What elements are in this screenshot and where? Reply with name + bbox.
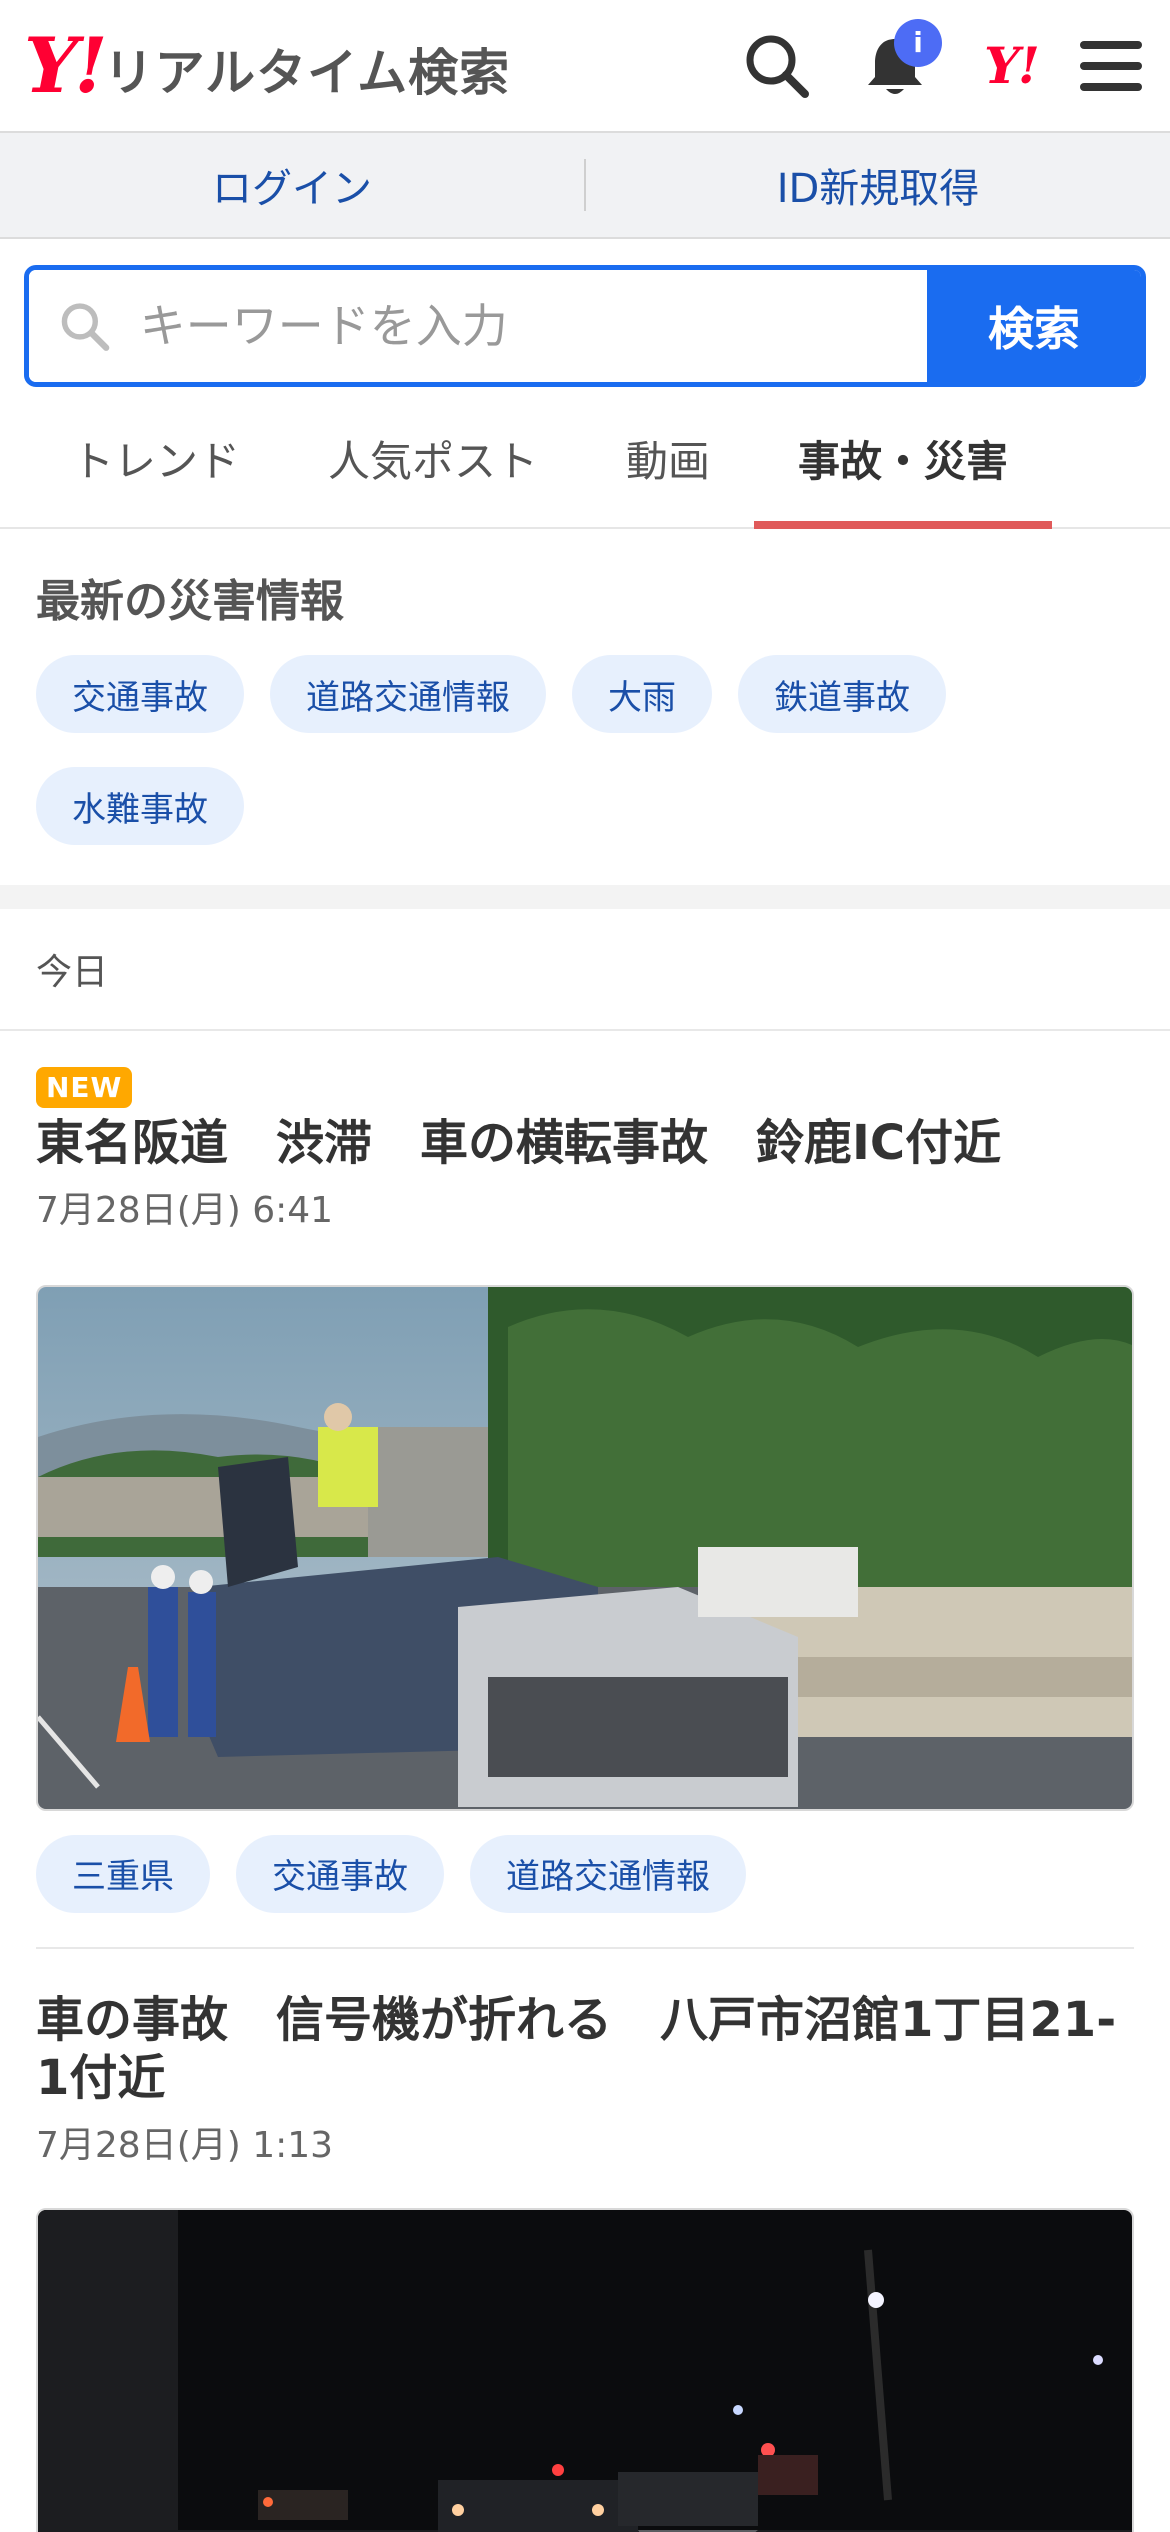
article-title[interactable]: 東名阪道 渋滞 車の横転事故 鈴鹿IC付近 (36, 1114, 1134, 1173)
yahoo-mark: Y! (984, 36, 1040, 95)
article-date: 7月28日(月) 1:13 (36, 2124, 334, 2166)
article-date: 7月28日(月) 6:41 (36, 1189, 334, 1231)
signup-link[interactable]: ID新規取得 (586, 156, 1170, 214)
account-bar: ログイン ID新規取得 (0, 133, 1170, 239)
search-form: 検索 (24, 265, 1146, 387)
notification-bell-icon[interactable]: i (858, 18, 942, 103)
article-tag-list: 三重県 交通事故 道路交通情報 (36, 1834, 1134, 1949)
header-icons: i Y! (740, 18, 1148, 103)
logo-mark: Y! (24, 20, 108, 110)
tag-chip[interactable]: 大雨 (572, 655, 712, 733)
new-badge: NEW (36, 1067, 133, 1108)
disaster-tag-list: 交通事故 道路交通情報 大雨 鉄道事故 水難事故 (36, 655, 1134, 845)
search-button[interactable]: 検索 (927, 270, 1141, 382)
category-tabs: トレンド 人気ポスト 動画 事故・災害 (0, 387, 1170, 529)
yahoo-realtime-logo[interactable]: Y! リアルタイム検索 (24, 20, 510, 110)
yahoo-home-icon[interactable]: Y! (974, 29, 1048, 103)
article-card[interactable]: 車の事故 信号機が折れる 八戸市沼館1丁目21-1付近 7月28日(月) 1:1… (0, 1949, 1170, 2532)
notification-badge: i (894, 18, 942, 67)
tag-chip[interactable]: 水難事故 (36, 767, 244, 845)
section-title: 最新の災害情報 (36, 576, 344, 627)
tag-chip[interactable]: 交通事故 (236, 1834, 444, 1913)
tag-chip[interactable]: 道路交通情報 (470, 1834, 746, 1913)
article-card[interactable]: NEW 東名阪道 渋滞 車の横転事故 鈴鹿IC付近 7月28日(月) 6:41 (0, 1031, 1170, 1949)
hamburger-menu-icon[interactable] (1074, 29, 1148, 103)
logo-text: リアルタイム検索 (103, 43, 511, 102)
tab-video[interactable]: 動画 (582, 387, 754, 529)
tag-chip[interactable]: 三重県 (36, 1834, 210, 1913)
date-group-header: 今日 (0, 909, 1170, 1031)
app-header: Y! リアルタイム検索 i Y! (0, 0, 1170, 133)
tab-trend[interactable]: トレンド (30, 387, 284, 529)
search-field-icon (61, 303, 110, 351)
article-photo[interactable] (36, 1284, 1134, 1811)
latest-disaster-section: 最新の災害情報 交通事故 道路交通情報 大雨 鉄道事故 水難事故 (0, 529, 1170, 909)
article-title[interactable]: 車の事故 信号機が折れる 八戸市沼館1丁目21-1付近 (36, 1991, 1134, 2108)
article-photo[interactable] (36, 2207, 1134, 2532)
tag-chip[interactable]: 道路交通情報 (270, 655, 546, 733)
search-area: 検索 (0, 239, 1170, 387)
login-link[interactable]: ログイン (0, 156, 584, 214)
tag-chip[interactable]: 交通事故 (36, 655, 244, 733)
page: Y! リアルタイム検索 i Y! ログイン ID新規取得 キーワードを入力 検索… (0, 0, 1170, 2532)
tab-popular-posts[interactable]: 人気ポスト (284, 387, 582, 529)
tag-chip[interactable]: 鉄道事故 (738, 655, 946, 733)
tab-accident-disaster[interactable]: 事故・災害 (754, 387, 1053, 529)
search-field[interactable] (29, 270, 927, 382)
search-icon[interactable] (740, 29, 814, 103)
search-input[interactable] (139, 299, 927, 353)
